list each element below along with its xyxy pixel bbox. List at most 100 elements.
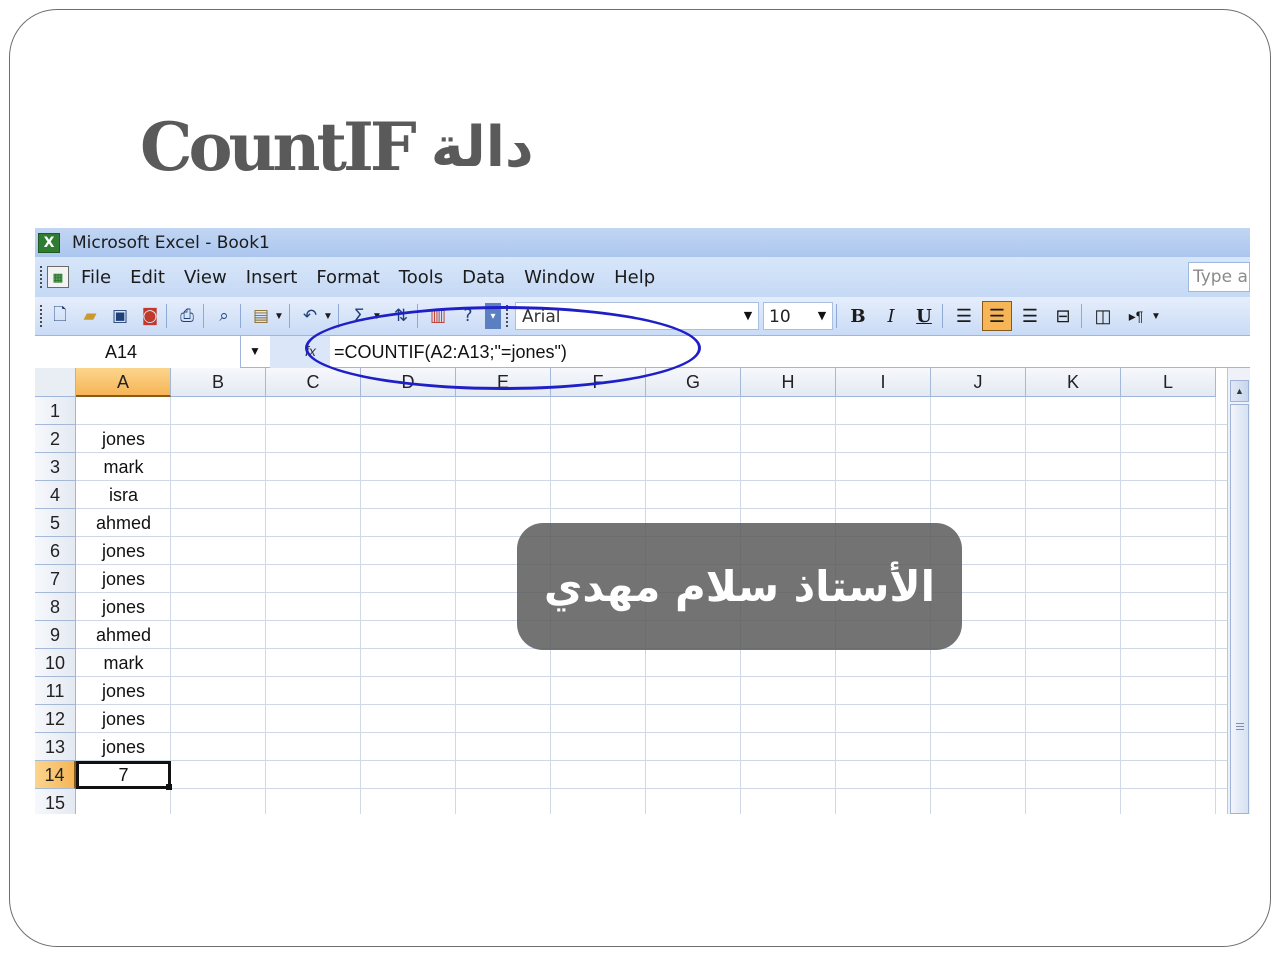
- name-box[interactable]: A14: [35, 336, 241, 368]
- print-icon[interactable]: ⎙: [174, 303, 200, 329]
- underline-button[interactable]: U: [909, 301, 939, 331]
- cell-a2[interactable]: jones: [76, 425, 171, 453]
- column-header-i[interactable]: I: [836, 368, 931, 397]
- row-header-7[interactable]: 7: [35, 565, 76, 593]
- row-header-11[interactable]: 11: [35, 677, 76, 705]
- row-header-6[interactable]: 6: [35, 537, 76, 565]
- paste-dropdown-arrow[interactable]: ▼: [274, 311, 286, 322]
- row-header-2[interactable]: 2: [35, 425, 76, 453]
- column-header-a[interactable]: A: [76, 368, 171, 397]
- formula-input[interactable]: =COUNTIF(A2:A13;"=jones"): [334, 342, 567, 363]
- cell-a9[interactable]: ahmed: [76, 621, 171, 649]
- excel-app-icon[interactable]: X: [38, 232, 60, 253]
- column-header-b[interactable]: B: [171, 368, 266, 397]
- sort-icon[interactable]: ⇅: [388, 303, 414, 329]
- vertical-scrollbar[interactable]: ▲: [1227, 368, 1250, 814]
- toolbar-more-arrow[interactable]: ▼: [1151, 311, 1163, 322]
- menu-format[interactable]: Format: [316, 267, 379, 288]
- menu-edit[interactable]: Edit: [130, 267, 165, 288]
- column-header-l[interactable]: L: [1121, 368, 1216, 397]
- undo-dropdown-arrow[interactable]: ▼: [323, 311, 335, 322]
- merge-center-icon[interactable]: ⊟: [1048, 301, 1078, 331]
- chart-icon[interactable]: ▥: [425, 303, 451, 329]
- cell-a6[interactable]: jones: [76, 537, 171, 565]
- toolbar-grip-handle[interactable]: [506, 305, 509, 327]
- align-center-icon[interactable]: ☰: [982, 301, 1012, 331]
- menu-window[interactable]: Window: [524, 267, 595, 288]
- column-header-j[interactable]: J: [931, 368, 1026, 397]
- font-name-select[interactable]: Arial ▼: [515, 302, 759, 330]
- select-all-corner[interactable]: [35, 368, 76, 397]
- paste-icon[interactable]: ▤: [248, 303, 274, 329]
- menu-file[interactable]: File: [81, 267, 111, 288]
- ask-question-input[interactable]: Type a: [1188, 262, 1250, 292]
- chevron-down-icon[interactable]: ▼: [249, 344, 261, 358]
- toolbar-grip-handle[interactable]: [40, 305, 43, 327]
- save-icon[interactable]: ▣: [107, 303, 133, 329]
- slide-title: CountIF دالة: [140, 102, 534, 192]
- row-header-1[interactable]: 1: [35, 397, 76, 425]
- toolbar-separator: [836, 304, 837, 328]
- row-header-13[interactable]: 13: [35, 733, 76, 761]
- column-header-h[interactable]: H: [741, 368, 836, 397]
- autosum-icon[interactable]: Σ: [346, 303, 372, 329]
- open-icon[interactable]: ▰: [77, 303, 103, 329]
- italic-button[interactable]: I: [876, 301, 906, 331]
- column-header-e[interactable]: E: [456, 368, 551, 397]
- menu-view[interactable]: View: [184, 267, 227, 288]
- row-header-8[interactable]: 8: [35, 593, 76, 621]
- active-cell[interactable]: 7: [76, 761, 172, 790]
- workbook-icon[interactable]: ▦: [47, 266, 69, 288]
- undo-icon[interactable]: ↶: [297, 303, 323, 329]
- menu-bar: ▦ File Edit View Insert Format Tools Dat…: [35, 257, 1250, 297]
- cell-a8[interactable]: jones: [76, 593, 171, 621]
- print-preview-icon[interactable]: ⌕: [211, 303, 237, 329]
- row-header-14[interactable]: 14: [35, 761, 76, 789]
- row-header-3[interactable]: 3: [35, 453, 76, 481]
- row-header-4[interactable]: 4: [35, 481, 76, 509]
- align-left-icon[interactable]: ☰: [949, 301, 979, 331]
- paragraph-direction-icon[interactable]: ▸¶: [1121, 301, 1151, 331]
- menu-insert[interactable]: Insert: [246, 267, 298, 288]
- cell-a3[interactable]: mark: [76, 453, 171, 481]
- cell-a5[interactable]: ahmed: [76, 509, 171, 537]
- row-header-5[interactable]: 5: [35, 509, 76, 537]
- toolbar-options-icon[interactable]: ▾: [485, 303, 501, 329]
- cell-a12[interactable]: jones: [76, 705, 171, 733]
- font-size-select[interactable]: 10 ▼: [763, 302, 833, 330]
- cell-a13[interactable]: jones: [76, 733, 171, 761]
- scrollbar-thumb[interactable]: [1230, 404, 1249, 814]
- cell-a7[interactable]: jones: [76, 565, 171, 593]
- row-header-10[interactable]: 10: [35, 649, 76, 677]
- thumb-grip-icon: [1236, 723, 1244, 732]
- toolbar-separator: [417, 304, 418, 328]
- menu-data[interactable]: Data: [462, 267, 505, 288]
- column-header-f[interactable]: F: [551, 368, 646, 397]
- cell-a15[interactable]: [76, 789, 171, 814]
- permission-icon[interactable]: ◙: [137, 303, 163, 329]
- cell-a4[interactable]: isra: [76, 481, 171, 509]
- help-icon[interactable]: ?: [455, 303, 481, 329]
- bold-button[interactable]: B: [843, 301, 873, 331]
- row-header-15[interactable]: 15: [35, 789, 76, 814]
- autosum-dropdown-arrow[interactable]: ▼: [372, 311, 384, 322]
- row-header-9[interactable]: 9: [35, 621, 76, 649]
- cell-a11[interactable]: jones: [76, 677, 171, 705]
- menu-help[interactable]: Help: [614, 267, 655, 288]
- menubar-grip-handle[interactable]: [40, 266, 43, 288]
- chevron-down-icon[interactable]: ▼: [740, 306, 756, 326]
- chevron-down-icon[interactable]: ▼: [814, 306, 830, 326]
- column-header-k[interactable]: K: [1026, 368, 1121, 397]
- scroll-up-icon[interactable]: ▲: [1230, 380, 1249, 402]
- currency-icon[interactable]: ◫: [1088, 301, 1118, 331]
- align-right-icon[interactable]: ☰: [1015, 301, 1045, 331]
- column-header-c[interactable]: C: [266, 368, 361, 397]
- cell-a10[interactable]: mark: [76, 649, 171, 677]
- fx-icon[interactable]: fx: [305, 343, 316, 359]
- cell-a1[interactable]: [76, 397, 171, 425]
- column-header-d[interactable]: D: [361, 368, 456, 397]
- menu-tools[interactable]: Tools: [399, 267, 443, 288]
- column-header-g[interactable]: G: [646, 368, 741, 397]
- row-header-12[interactable]: 12: [35, 705, 76, 733]
- new-icon[interactable]: 🗋: [47, 303, 73, 329]
